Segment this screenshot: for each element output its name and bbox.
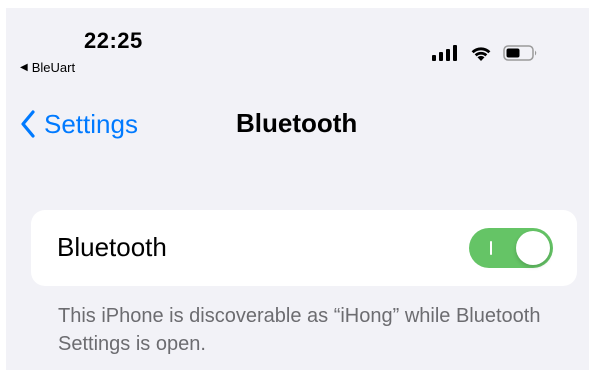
settings-screen: 22:25 ◀ BleUart Settings Bluetooth Bluet… (6, 8, 589, 370)
toggle-on-indicator (490, 241, 492, 255)
back-to-app-label: BleUart (31, 60, 76, 75)
page-title: Bluetooth (236, 108, 358, 138)
back-to-app-link[interactable]: ◀ BleUart (20, 60, 75, 75)
bluetooth-cell-label: Bluetooth (57, 232, 167, 262)
bluetooth-toggle[interactable] (469, 228, 553, 268)
toggle-knob (516, 231, 550, 265)
back-to-app-arrow-icon: ◀ (20, 61, 28, 73)
status-time: 22:25 (84, 28, 143, 53)
battery-icon (503, 44, 539, 62)
chevron-left-icon (20, 110, 44, 138)
wifi-icon (469, 44, 493, 62)
signal-icon (431, 44, 459, 62)
status-icons (431, 42, 539, 64)
discoverable-footer-text: This iPhone is discoverable as “iHong” w… (58, 305, 541, 355)
back-button-label: Settings (44, 108, 138, 139)
bluetooth-settings-group: Bluetooth (31, 210, 577, 286)
back-button[interactable]: Settings (20, 106, 138, 142)
